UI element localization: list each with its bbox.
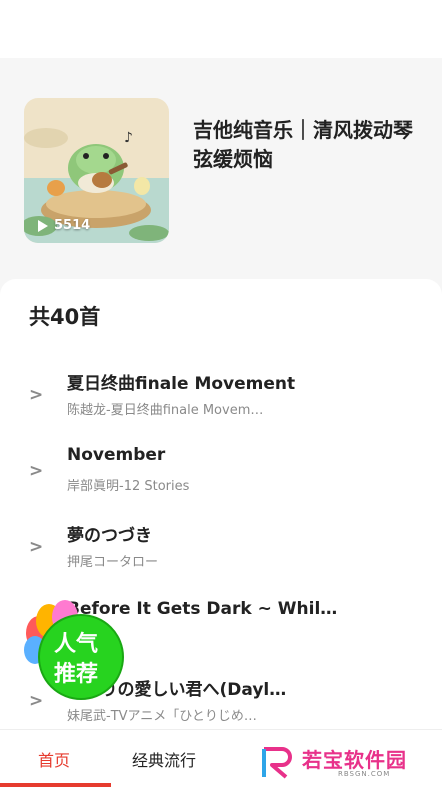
play-count: 5514 <box>38 218 90 233</box>
chevron-right-icon: > <box>29 461 44 481</box>
play-count-value: 5514 <box>54 218 91 233</box>
svg-text:♪: ♪ <box>124 130 133 146</box>
song-count: 共40首 <box>29 305 101 329</box>
badge-line2: 推荐 <box>54 662 99 687</box>
song-item[interactable]: > 夏日终曲finale Movement 陈越龙-夏日终曲finale Mov… <box>0 363 442 425</box>
playlist-header: ♪ 5514 吉他纯音乐｜清风拨动琴弦缓烦恼 <box>0 58 442 298</box>
tab-classic-pop[interactable]: 经典流行 <box>132 747 196 771</box>
song-title: 夏日终曲finale Movement <box>67 374 296 394</box>
status-bar <box>0 0 442 58</box>
playlist-cover[interactable]: ♪ 5514 <box>24 98 169 243</box>
song-artist: 妹尾武-TVアニメ「ひとりじめ… <box>67 709 257 724</box>
watermark: 若宝软件园 RBSGN.COM <box>242 737 442 787</box>
play-icon <box>38 219 48 232</box>
tab-home[interactable]: 首页 <box>38 747 70 771</box>
song-artist: 押尾コータロー <box>67 555 159 570</box>
watermark-subtext: RBSGN.COM <box>338 770 391 778</box>
chevron-right-icon: > <box>29 537 44 557</box>
active-tab-indicator <box>0 783 111 787</box>
song-title: November <box>67 445 166 465</box>
chevron-right-icon: > <box>29 385 44 405</box>
song-item[interactable]: > 夢のつづき 押尾コータロー <box>0 515 442 577</box>
watermark-text: 若宝软件园 <box>302 748 407 772</box>
watermark-logo-icon <box>262 747 292 779</box>
song-artist: 陈越龙-夏日终曲finale Movem… <box>67 403 264 418</box>
song-artist: 岸部眞明-12 Stories <box>67 479 190 494</box>
badge-line1: 人气 <box>54 632 99 657</box>
playlist-title: 吉他纯音乐｜清风拨动琴弦缓烦恼 <box>193 118 413 171</box>
song-title: 夢のつづき <box>67 526 152 546</box>
song-item[interactable]: > November 岸部眞明-12 Stories <box>0 439 442 501</box>
popular-recommend-badge[interactable]: 人气 推荐 <box>22 600 126 700</box>
